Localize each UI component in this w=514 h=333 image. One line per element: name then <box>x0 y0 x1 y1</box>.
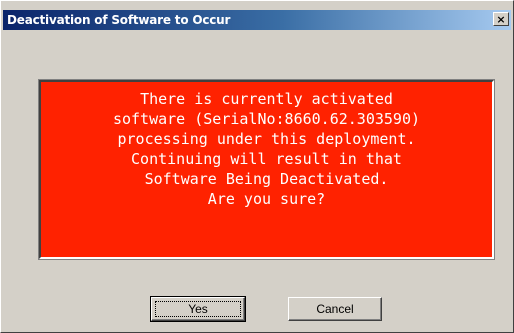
message-line-5: Software Being Deactivated. <box>144 170 389 188</box>
warning-message-panel: There is currently activated software (S… <box>38 79 495 260</box>
dialog-title: Deactivation of Software to Occur <box>7 13 231 27</box>
cancel-button[interactable]: Cancel <box>288 297 382 321</box>
title-bar[interactable]: Deactivation of Software to Occur × <box>3 10 511 30</box>
message-line-6: Are you sure? <box>207 190 326 208</box>
message-line-3: processing under this deployment. <box>117 130 416 148</box>
yes-button[interactable]: Yes <box>150 296 246 322</box>
message-line-4: Continuing will result in that <box>131 150 402 168</box>
message-line-1: There is currently activated <box>140 90 393 108</box>
warning-message: There is currently activated software (S… <box>41 89 492 209</box>
cancel-button-label: Cancel <box>316 302 354 316</box>
message-line-2: software (SerialNo:8660.62.303590) <box>112 110 421 128</box>
deactivation-dialog: Deactivation of Software to Occur × Ther… <box>0 0 514 333</box>
focus-rectangle <box>155 301 241 317</box>
close-icon: × <box>496 12 506 26</box>
close-button[interactable]: × <box>493 12 509 26</box>
